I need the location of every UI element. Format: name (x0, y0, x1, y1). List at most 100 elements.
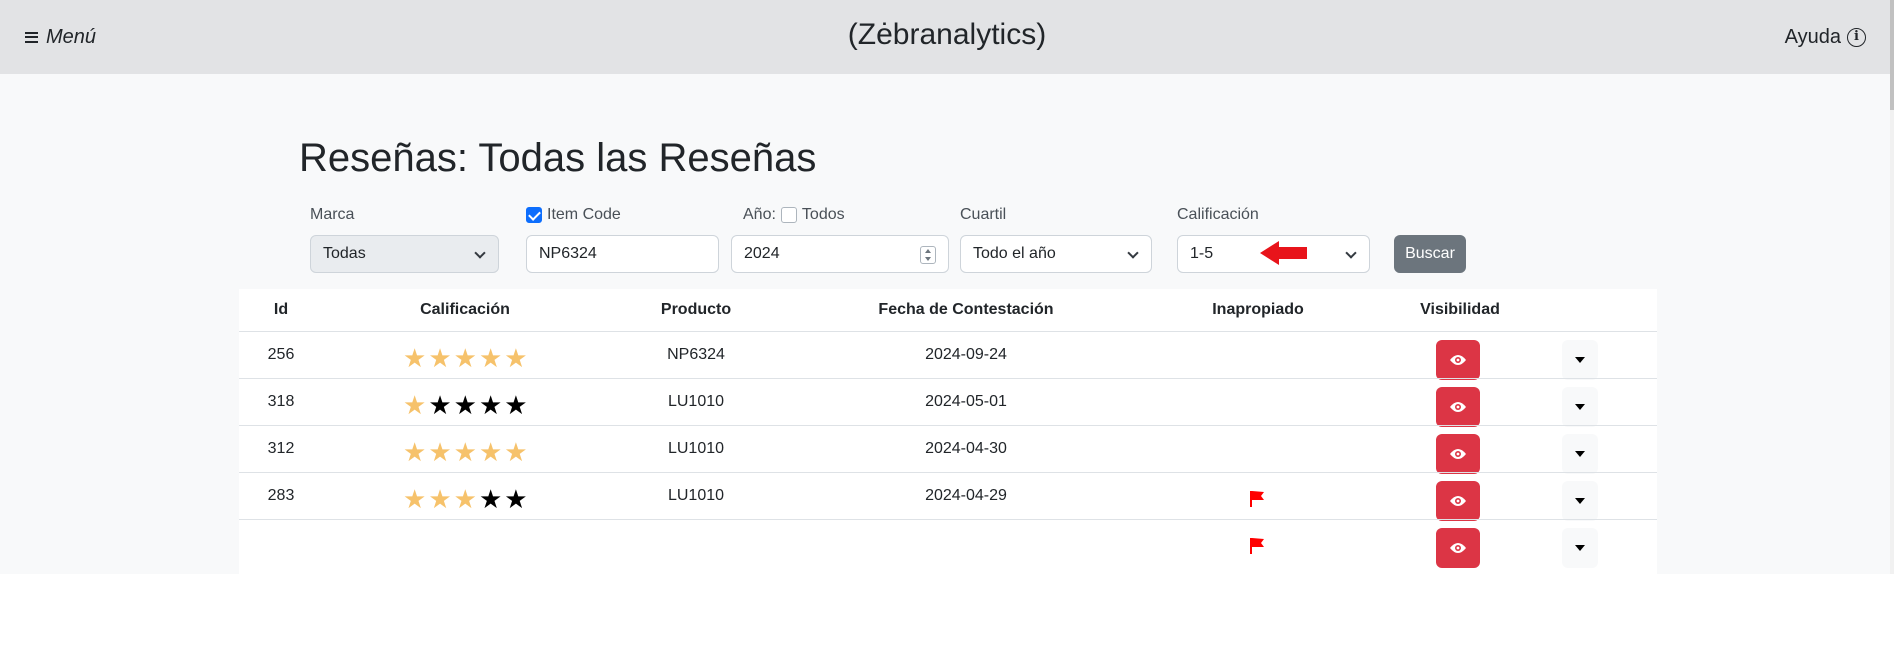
browser-viewport: Menú (Zėbranalytics) Ayuda i Reseñas: To… (0, 0, 1894, 574)
marca-select[interactable]: Todas (310, 235, 499, 273)
cell-id: 283 (267, 487, 295, 504)
star-empty-icon: ★ (478, 485, 503, 515)
help-label: Ayuda (1784, 25, 1841, 48)
caret-down-icon (1575, 357, 1585, 363)
caret-down-icon (1575, 451, 1585, 457)
marca-label-text: Marca (310, 206, 355, 223)
header-producto: Producto (660, 301, 732, 318)
star-filled-icon: ★ (403, 485, 427, 515)
item-code-input[interactable]: NP6324 (526, 235, 719, 273)
help-button[interactable]: Ayuda i (1785, 22, 1866, 52)
top-navbar: Menú (Zėbranalytics) Ayuda i (0, 0, 1894, 74)
cell-date: 2024-04-30 (925, 440, 1007, 457)
cell-product: NP6324 (667, 346, 725, 363)
item-code-checkbox[interactable] (526, 207, 542, 223)
row-dropdown-button[interactable] (1562, 434, 1598, 474)
star-filled-icon: ★ (403, 438, 427, 468)
star-empty-icon: ★ (504, 485, 528, 515)
star-filled-icon: ★ (478, 344, 503, 374)
row-dropdown-button[interactable] (1562, 528, 1598, 568)
chevron-down-icon (1127, 247, 1139, 259)
visibility-button[interactable] (1436, 434, 1480, 474)
star-empty-icon: ★ (428, 391, 452, 421)
flag-icon (1250, 491, 1264, 507)
header-fecha: Fecha de Contestación (878, 301, 1054, 318)
visibility-button[interactable] (1436, 528, 1480, 568)
reviews-table: Id Calificación Producto Fecha de Contes… (239, 289, 1657, 574)
eye-icon (1450, 543, 1466, 553)
visibility-button[interactable] (1436, 340, 1480, 380)
rating-stars: ★ ★ ★ ★ ★ (403, 391, 528, 421)
cell-date: 2024-05-01 (925, 393, 1007, 410)
rating-stars: ★ ★ ★ ★ ★ (403, 438, 528, 468)
item-code-label-text: Item Code (547, 206, 621, 223)
star-empty-icon: ★ (504, 391, 528, 421)
star-filled-icon: ★ (403, 391, 427, 421)
calificacion-label-text: Calificación (1177, 206, 1259, 223)
rating-stars: ★ ★ ★ ★ ★ (403, 344, 528, 374)
todos-checkbox[interactable] (780, 207, 797, 223)
star-filled-icon: ★ (428, 438, 452, 468)
chevron-down-icon (474, 247, 486, 259)
row-dropdown-button[interactable] (1562, 387, 1598, 427)
anio-input-value: 2024 (744, 245, 780, 262)
info-circle-icon: i (1847, 27, 1866, 47)
cell-product: LU1010 (667, 487, 725, 504)
scrollbar[interactable] (1890, 0, 1894, 574)
search-button[interactable]: Buscar (1394, 235, 1466, 273)
cell-id: 256 (267, 346, 295, 363)
calificacion-label: Calificación (1177, 206, 1259, 224)
red-arrow-icon (1260, 241, 1307, 265)
anio-label: Año: Todos (743, 206, 845, 224)
header-id: Id (273, 301, 289, 318)
chevron-down-icon (1345, 247, 1357, 259)
todos-label: Todos (801, 206, 845, 223)
app-root: Menú (Zėbranalytics) Ayuda i Reseñas: To… (0, 0, 1894, 648)
visibility-button[interactable] (1436, 387, 1480, 427)
flag-icon (1250, 538, 1264, 554)
star-filled-icon: ★ (504, 438, 528, 468)
caret-down-icon (1575, 545, 1585, 551)
brand-title: (Zėbranalytics) (847, 18, 1047, 51)
star-filled-icon: ★ (453, 485, 477, 515)
star-filled-icon: ★ (478, 438, 503, 468)
rating-stars: ★ ★ ★ ★ ★ (403, 485, 528, 515)
star-filled-icon: ★ (504, 344, 528, 374)
scrollbar-thumb[interactable] (1890, 0, 1894, 110)
eye-icon (1450, 449, 1466, 459)
eye-icon (1450, 496, 1466, 506)
cell-product: LU1010 (667, 393, 725, 410)
star-empty-icon: ★ (478, 391, 503, 421)
number-spinner-icon[interactable] (920, 246, 936, 264)
eye-icon (1450, 402, 1466, 412)
anio-input[interactable]: 2024 (731, 235, 949, 273)
cuartil-label: Cuartil (960, 206, 1006, 224)
caret-down-icon (1575, 498, 1585, 504)
marca-label: Marca (310, 206, 354, 224)
cell-id: 318 (267, 393, 295, 410)
cuartil-select-value: Todo el año (973, 245, 1056, 262)
visibility-button[interactable] (1436, 481, 1480, 521)
star-filled-icon: ★ (428, 344, 452, 374)
row-dropdown-button[interactable] (1562, 340, 1598, 380)
row-dropdown-button[interactable] (1562, 481, 1598, 521)
header-inapropiado: Inapropiado (1212, 301, 1304, 318)
cell-product: LU1010 (667, 440, 725, 457)
item-code-input-value: NP6324 (539, 245, 597, 262)
star-filled-icon: ★ (403, 344, 427, 374)
page-title: Reseñas: Todas las Reseñas (299, 136, 817, 180)
item-code-label: Item Code (526, 206, 621, 224)
cell-id: 312 (267, 440, 295, 457)
cuartil-select[interactable]: Todo el año (960, 235, 1152, 273)
caret-down-icon (1575, 404, 1585, 410)
anio-label-text: Año: (743, 206, 776, 223)
star-filled-icon: ★ (428, 485, 452, 515)
cell-date: 2024-04-29 (925, 487, 1007, 504)
star-empty-icon: ★ (453, 391, 477, 421)
marca-select-value: Todas (323, 245, 366, 262)
star-filled-icon: ★ (453, 344, 477, 374)
header-calificacion: Calificación (420, 301, 510, 318)
table-row (239, 519, 1657, 574)
header-visibilidad: Visibilidad (1420, 301, 1500, 318)
cell-date: 2024-09-24 (925, 346, 1007, 363)
